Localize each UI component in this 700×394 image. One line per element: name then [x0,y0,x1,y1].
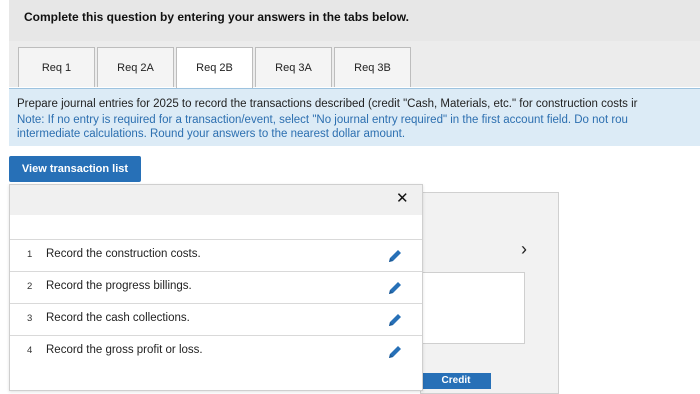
tab-req-3a[interactable]: Req 3A [255,47,332,87]
pencil-edit-icon[interactable] [386,311,404,329]
tab-strip: Req 1 Req 2A Req 2B Req 3A Req 3B [9,41,700,88]
transaction-label: Record the cash collections. [46,312,190,324]
transaction-row: 4 Record the gross profit or loss. [10,335,422,367]
transaction-label: Record the gross profit or loss. [46,344,203,356]
instructions-panel: Prepare journal entries for 2025 to reco… [9,88,700,146]
popup-header [10,185,422,215]
transaction-number: 1 [27,249,33,260]
transaction-list-popup: ✕ 1 Record the construction costs. 2 Rec… [9,184,423,391]
pencil-edit-icon[interactable] [386,247,404,265]
transaction-number: 3 [27,313,33,324]
tab-req-2b[interactable]: Req 2B [176,47,253,88]
note-line-1: Note: If no entry is required for a tran… [17,114,628,126]
transaction-number: 2 [27,281,33,292]
transaction-row: 2 Record the progress billings. [10,271,422,303]
note-line-2: intermediate calculations. Round your an… [17,128,406,140]
pencil-edit-icon[interactable] [386,343,404,361]
journal-entry-input[interactable] [420,272,525,344]
question-header: Complete this question by entering your … [9,0,700,41]
instructions-text: Prepare journal entries for 2025 to reco… [17,98,638,110]
next-chevron-icon[interactable]: › [521,240,527,258]
tab-req-3b[interactable]: Req 3B [334,47,411,87]
transaction-label: Record the construction costs. [46,248,201,260]
pencil-edit-icon[interactable] [386,279,404,297]
close-icon[interactable]: ✕ [396,191,409,206]
instructions-note: Note: If no entry is required for a tran… [17,113,697,143]
transaction-label: Record the progress billings. [46,280,192,292]
view-transaction-list-button[interactable]: View transaction list [9,156,141,182]
question-title: Complete this question by entering your … [24,10,409,24]
transaction-row: 1 Record the construction costs. [10,239,422,271]
transaction-row: 3 Record the cash collections. [10,303,422,335]
tab-req-1[interactable]: Req 1 [18,47,95,87]
transaction-number: 4 [27,345,33,356]
tab-req-2a[interactable]: Req 2A [97,47,174,87]
